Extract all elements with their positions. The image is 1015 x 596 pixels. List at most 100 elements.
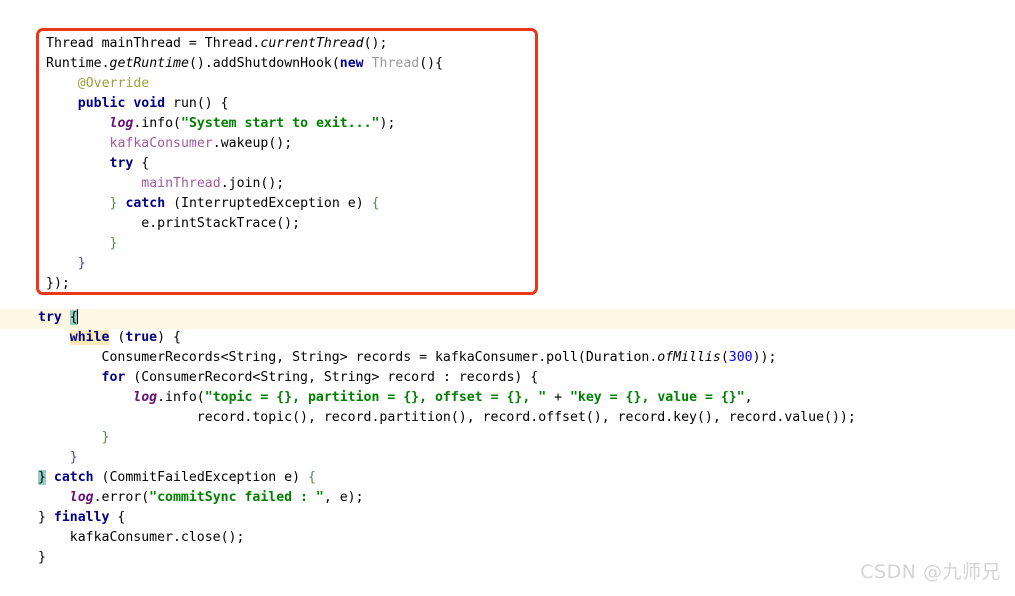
code-token: true <box>125 330 158 345</box>
code-token: { <box>133 156 150 171</box>
code-token: @Override <box>77 76 150 91</box>
code-block-consumer-poll-loop[interactable]: try { while (true) { ConsumerRecords<Str… <box>38 308 856 568</box>
code-line: Thread mainThread = Thread.currentThread… <box>46 34 443 54</box>
code-token: "topic = {}, partition = {}, offset = {}… <box>204 390 547 405</box>
code-token: } <box>38 550 46 565</box>
code-token: kafkaConsumer.close(); <box>38 530 245 545</box>
code-token: "commitSync failed : " <box>149 490 324 505</box>
code-token: catch <box>125 196 166 211</box>
code-line: } <box>46 234 443 254</box>
code-token: ConsumerRecords<String, String> records … <box>38 350 658 365</box>
code-token: } <box>77 256 86 271</box>
code-token: .info( <box>133 116 181 131</box>
code-token: log <box>69 490 94 505</box>
code-token: public void <box>77 96 166 111</box>
code-line: @Override <box>46 74 443 94</box>
code-token: catch <box>53 470 94 485</box>
code-token: ( <box>109 330 126 345</box>
code-token: )); <box>752 350 777 365</box>
code-line: for (ConsumerRecord<String, String> reco… <box>38 368 856 388</box>
code-token: Thread <box>371 56 420 71</box>
code-token: Runtime. <box>46 56 110 71</box>
code-token: ); <box>379 116 396 131</box>
code-line: while (true) { <box>38 328 856 348</box>
csdn-watermark: CSDN @九师兄 <box>860 561 1001 583</box>
code-line: } catch (CommitFailedException e) { <box>38 468 856 488</box>
code-token: .info( <box>157 390 205 405</box>
code-line: mainThread.join(); <box>46 174 443 194</box>
code-token: } <box>38 510 54 525</box>
code-line: log.info("topic = {}, partition = {}, of… <box>38 388 856 408</box>
code-token: finally <box>53 510 110 525</box>
code-token: (); <box>363 36 388 51</box>
code-token: record.topic(), record.partition(), reco… <box>38 410 856 425</box>
code-token: Thread mainThread = Thread. <box>46 36 261 51</box>
code-token: (ConsumerRecord<String, String> record :… <box>125 370 539 385</box>
text-caret <box>76 309 78 324</box>
code-token: kafkaConsumer <box>109 136 213 151</box>
code-token: mainThread <box>141 176 221 191</box>
code-token: , e); <box>323 490 364 505</box>
code-line: Runtime.getRuntime().addShutdownHook(new… <box>46 54 443 74</box>
code-line: try { <box>46 154 443 174</box>
code-token: currentThread <box>260 36 364 51</box>
code-token: .join(); <box>220 176 285 191</box>
code-token: new <box>339 56 364 71</box>
code-token: log <box>133 390 158 405</box>
code-line: } <box>38 548 856 568</box>
code-token: try <box>109 156 134 171</box>
code-token: ofMillis <box>657 350 721 365</box>
code-line: } catch (InterruptedException e) { <box>46 194 443 214</box>
code-line: } <box>38 448 856 468</box>
code-token: (){ <box>419 56 444 71</box>
code-line: } finally { <box>38 508 856 528</box>
code-token: } <box>101 430 110 445</box>
code-token: log <box>109 116 134 131</box>
code-token: getRuntime <box>109 56 189 71</box>
code-line: e.printStackTrace(); <box>46 214 443 234</box>
code-token: (InterruptedException e) <box>165 196 372 211</box>
code-line: kafkaConsumer.wakeup(); <box>46 134 443 154</box>
code-token: ) { <box>157 330 181 345</box>
code-block-shutdown-hook[interactable]: Thread mainThread = Thread.currentThread… <box>46 34 443 294</box>
code-line: } <box>46 254 443 274</box>
code-token: run() { <box>165 96 229 111</box>
code-token: { <box>307 470 316 485</box>
code-token: while <box>69 330 110 345</box>
code-line: }); <box>46 274 443 294</box>
code-line: } <box>38 428 856 448</box>
code-token: } <box>69 450 78 465</box>
code-line: ConsumerRecords<String, String> records … <box>38 348 856 368</box>
code-line: public void run() { <box>46 94 443 114</box>
code-token: }); <box>46 276 70 291</box>
code-token: ( <box>720 350 729 365</box>
code-token: ().addShutdownHook( <box>188 56 340 71</box>
code-token: } <box>109 236 118 251</box>
code-line: kafkaConsumer.close(); <box>38 528 856 548</box>
code-token: , <box>744 390 753 405</box>
code-token: .error( <box>93 490 150 505</box>
code-token: + <box>546 390 570 405</box>
code-token: } <box>38 470 46 485</box>
code-token: (CommitFailedException e) <box>93 470 308 485</box>
code-line: try { <box>38 308 856 328</box>
code-token: .wakeup(); <box>212 136 293 151</box>
code-token: { <box>371 196 380 211</box>
